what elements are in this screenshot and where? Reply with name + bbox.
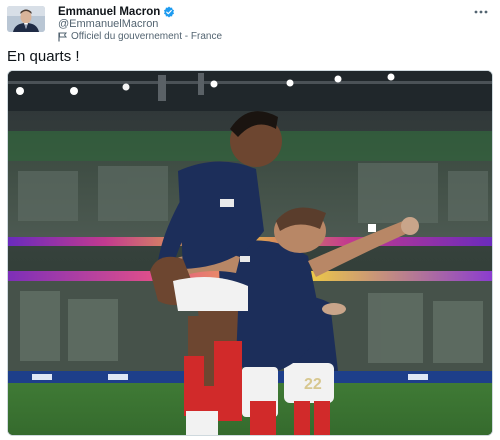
tweet-card: Emmanuel Macron @EmmanuelMacron Officiel… [0,0,500,440]
author-avatar[interactable] [7,6,45,32]
author-display-name[interactable]: Emmanuel Macron [58,6,160,18]
tweet-photo[interactable]: 22 [7,70,493,436]
more-dots-icon [474,1,488,19]
svg-text:22: 22 [304,376,322,393]
tweet-text: En quarts ! [7,48,80,65]
photo-football-celebration: 22 [8,71,492,435]
flag-icon [58,32,67,42]
author-name-row[interactable]: Emmanuel Macron [58,5,175,19]
affiliation-label: Officiel du gouvernement - France [58,31,222,42]
verified-badge-icon [163,6,175,18]
more-options-button[interactable] [470,3,492,17]
author-handle[interactable]: @EmmanuelMacron [58,18,158,30]
affiliation-text: Officiel du gouvernement - France [71,31,223,42]
